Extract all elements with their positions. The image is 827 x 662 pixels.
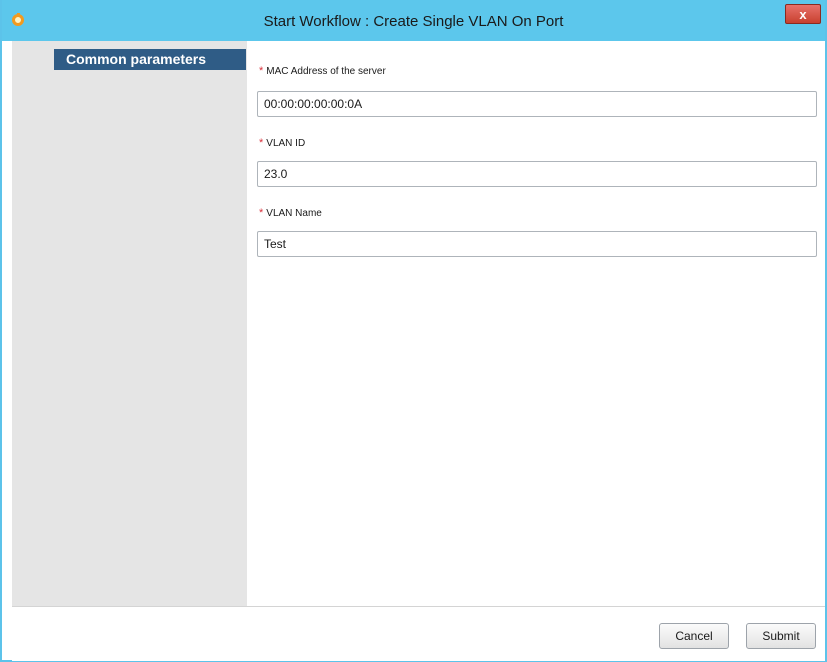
submit-button[interactable]: Submit: [746, 623, 816, 649]
title-bar[interactable]: Start Workflow : Create Single VLAN On P…: [2, 0, 825, 41]
required-asterisk-icon: *: [259, 207, 264, 219]
close-button[interactable]: x: [785, 4, 821, 24]
mac-address-input[interactable]: 00:00:00:00:00:0A: [257, 91, 817, 117]
vlan-id-input[interactable]: 23.0: [257, 161, 817, 187]
vlan-name-label: * VLAN Name: [259, 207, 322, 219]
left-nav-panel: Common parameters: [12, 41, 247, 606]
required-asterisk-icon: *: [259, 137, 264, 149]
nav-item-common-parameters[interactable]: Common parameters: [54, 49, 246, 70]
vlan-name-label-text: VLAN Name: [266, 208, 322, 219]
vlan-id-label: * VLAN ID: [259, 137, 305, 149]
form-panel: * MAC Address of the server 00:00:00:00:0…: [247, 41, 825, 606]
vlan-name-input[interactable]: Test: [257, 231, 817, 257]
dialog-footer: Cancel Submit: [12, 606, 825, 661]
workflow-dialog: Start Workflow : Create Single VLAN On P…: [0, 0, 827, 662]
required-asterisk-icon: *: [259, 65, 264, 77]
dialog-title: Start Workflow : Create Single VLAN On P…: [263, 13, 564, 30]
vlan-id-label-text: VLAN ID: [266, 138, 306, 149]
mac-address-label: * MAC Address of the server: [259, 65, 386, 77]
cancel-button[interactable]: Cancel: [659, 623, 729, 649]
mac-address-label-text: MAC Address of the server: [266, 66, 386, 77]
